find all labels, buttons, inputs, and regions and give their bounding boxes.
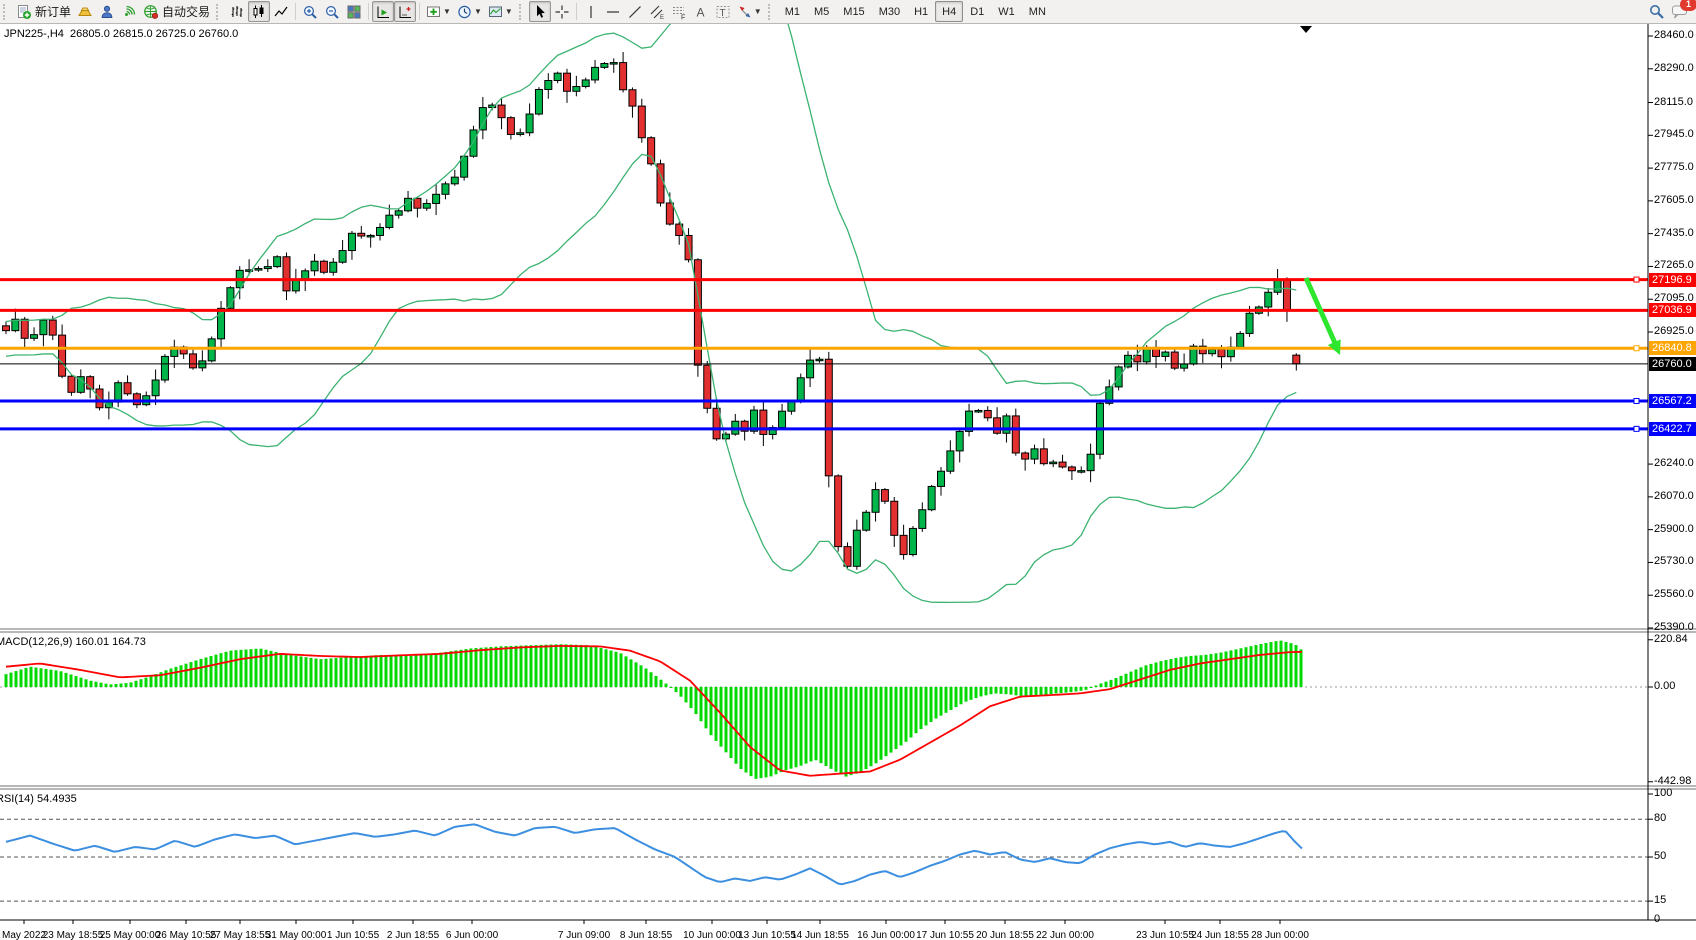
templates-button[interactable]: ▼ — [485, 1, 516, 22]
chevron-down-icon: ▼ — [505, 7, 513, 16]
horizontal-line-button[interactable] — [602, 1, 624, 22]
toolbar-grip[interactable] — [216, 4, 222, 20]
toolbar-separator — [295, 3, 296, 20]
line-chart-icon — [273, 4, 289, 20]
notification-badge: 1 — [1680, 0, 1696, 11]
auto-scroll-button[interactable] — [372, 1, 394, 22]
level-lines — [0, 277, 1648, 431]
zoom-in-icon — [302, 4, 318, 20]
tf-button-m15[interactable]: M15 — [836, 1, 871, 22]
signal-icon — [121, 4, 137, 20]
auto-scroll-icon — [375, 4, 391, 20]
new-order-icon — [16, 4, 32, 20]
text-label-icon: T — [715, 4, 731, 20]
candle-chart-type-button[interactable] — [248, 1, 270, 22]
toolbar-grip[interactable] — [3, 4, 9, 20]
svg-text:F: F — [681, 14, 685, 20]
text-button[interactable]: A — [690, 1, 712, 22]
toolbar-grip[interactable] — [768, 4, 774, 20]
search-icon — [1648, 3, 1665, 20]
svg-text:A: A — [696, 5, 704, 19]
tf-button-h1[interactable]: H1 — [907, 1, 935, 22]
tf-button-h4[interactable]: H4 — [935, 1, 963, 22]
chart-shift-button[interactable] — [394, 1, 416, 22]
chart-canvas[interactable] — [0, 0, 1696, 940]
vertical-line-button[interactable] — [580, 1, 602, 22]
auto-trading-icon — [143, 4, 159, 20]
toolbar: 新订单 自动交易 — [0, 0, 1696, 24]
chevron-down-icon: ▼ — [443, 7, 451, 16]
timeframe-bar: M1M5M15M30H1H4D1W1MN — [778, 1, 1053, 22]
bar-chart-type-button[interactable] — [226, 1, 248, 22]
clock-icon — [457, 4, 473, 20]
vertical-line-icon — [583, 4, 599, 20]
equidistant-channel-icon: E — [649, 4, 665, 20]
new-order-button[interactable]: 新订单 — [13, 1, 74, 22]
macd-pane — [0, 641, 1648, 779]
cursor-button[interactable] — [529, 1, 551, 22]
zoom-out-button[interactable] — [321, 1, 343, 22]
fibonacci-icon: F — [671, 4, 687, 20]
zoom-in-button[interactable] — [299, 1, 321, 22]
text-label-button[interactable]: T — [712, 1, 734, 22]
tf-button-d1[interactable]: D1 — [963, 1, 991, 22]
chart-shift-icon — [397, 4, 413, 20]
tf-button-m1[interactable]: M1 — [778, 1, 807, 22]
cursor-icon — [532, 4, 548, 20]
trendline-button[interactable] — [624, 1, 646, 22]
bars-chart-icon — [229, 4, 245, 20]
arrows-button[interactable]: ▼ — [734, 1, 765, 22]
tile-windows-icon — [346, 4, 362, 20]
tf-button-m30[interactable]: M30 — [872, 1, 907, 22]
crosshair-icon — [554, 4, 570, 20]
line-chart-type-button[interactable] — [270, 1, 292, 22]
indicators-icon — [426, 4, 442, 20]
search-button[interactable] — [1645, 1, 1668, 22]
zoom-out-icon — [324, 4, 340, 20]
gold-icon — [77, 4, 93, 20]
text-icon: A — [693, 4, 709, 20]
signals-button[interactable] — [118, 1, 140, 22]
person-icon — [99, 4, 115, 20]
periods-button[interactable]: ▼ — [454, 1, 485, 22]
indicators-button[interactable]: ▼ — [423, 1, 454, 22]
template-icon — [488, 4, 504, 20]
svg-text:E: E — [660, 15, 664, 20]
tf-button-w1[interactable]: W1 — [991, 1, 1022, 22]
chevron-down-icon: ▼ — [474, 7, 482, 16]
toolbar-right: 1 — [1645, 1, 1696, 22]
tile-windows-button[interactable] — [343, 1, 365, 22]
new-order-label: 新订单 — [35, 3, 71, 20]
toolbar-separator — [419, 3, 420, 20]
arrows-icon — [737, 4, 753, 20]
rsi-pane — [0, 819, 1648, 901]
toolbar-grip[interactable] — [519, 4, 525, 20]
horizontal-line-icon — [605, 4, 621, 20]
toolbar-separator — [368, 3, 369, 20]
accounts-button[interactable] — [96, 1, 118, 22]
tf-button-m5[interactable]: M5 — [807, 1, 836, 22]
chart-frame — [0, 24, 1696, 924]
trendline-icon — [627, 4, 643, 20]
tf-button-mn[interactable]: MN — [1022, 1, 1053, 22]
mt4-window: 新订单 自动交易 — [0, 0, 1696, 940]
candles-chart-icon — [251, 4, 267, 20]
crosshair-button[interactable] — [551, 1, 573, 22]
fibonacci-button[interactable]: F — [668, 1, 690, 22]
bollinger-bands — [6, 0, 1296, 602]
notifications-button[interactable]: 1 — [1668, 1, 1692, 22]
auto-trading-button[interactable]: 自动交易 — [140, 1, 213, 22]
chevron-down-icon: ▼ — [754, 7, 762, 16]
market-watch-button[interactable] — [74, 1, 96, 22]
auto-trading-label: 自动交易 — [162, 3, 210, 20]
svg-text:T: T — [719, 8, 725, 19]
equidistant-channel-button[interactable]: E — [646, 1, 668, 22]
annotations — [1300, 26, 1341, 355]
toolbar-separator — [576, 3, 577, 20]
